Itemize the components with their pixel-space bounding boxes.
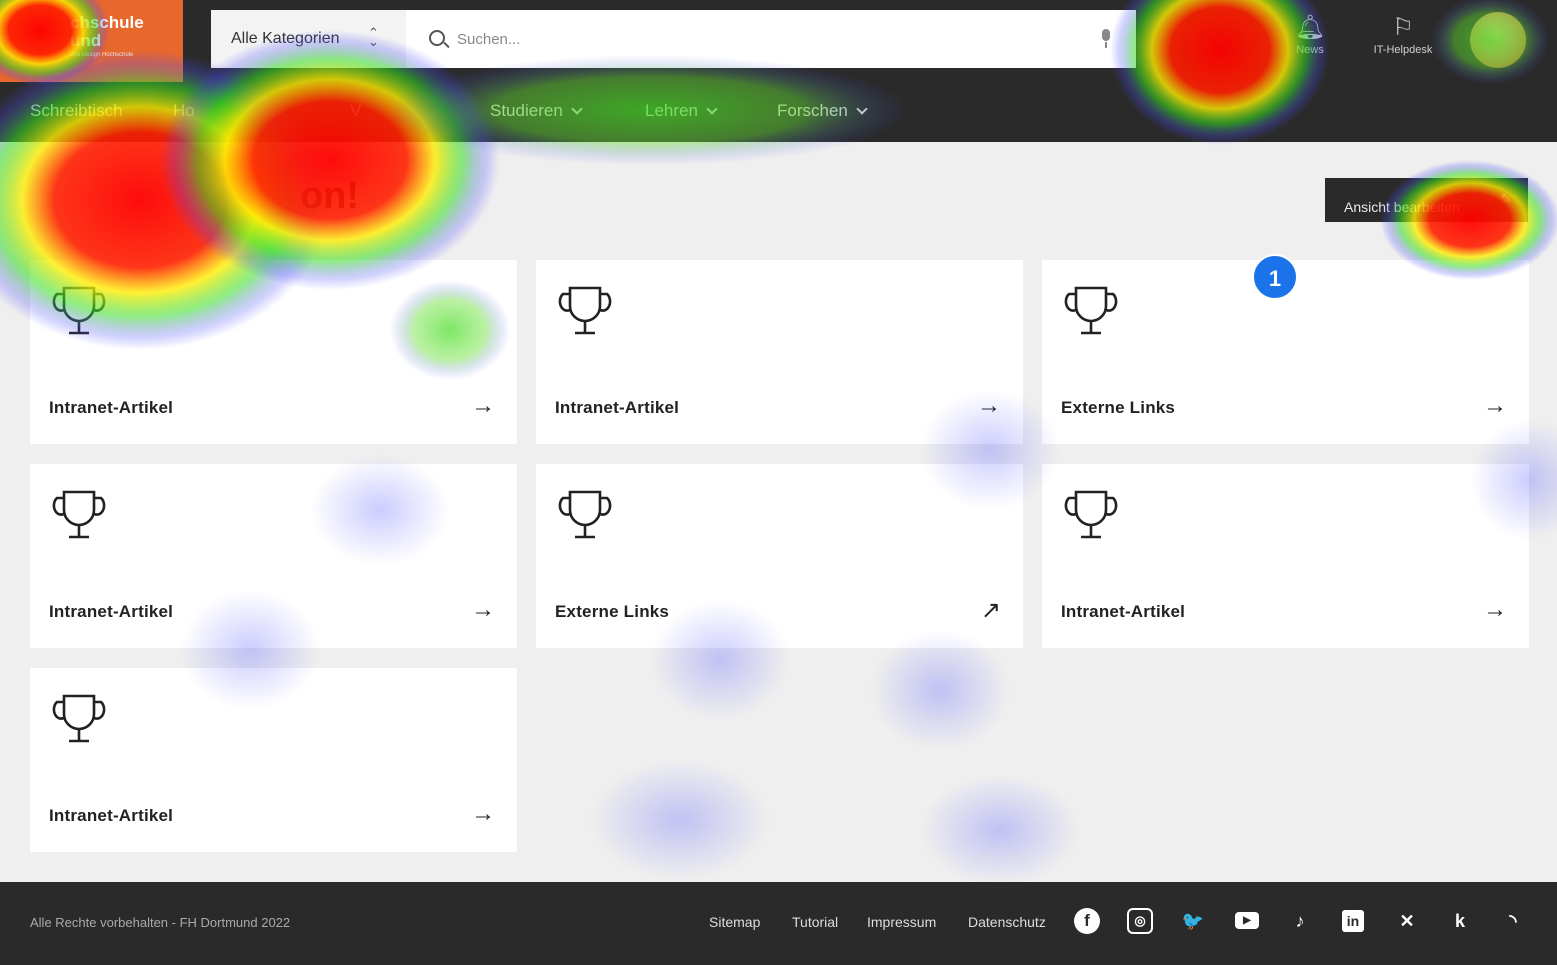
arrow-right-icon[interactable]: → (1483, 596, 1507, 624)
nav-item-forschen[interactable]: Forschen (777, 101, 868, 121)
updown-chevron-icon: ⌃ ⌄ (368, 25, 379, 49)
logo-line-1: chschule (70, 13, 144, 32)
trophy-icon (556, 486, 614, 544)
footer-link-impressum[interactable]: Impressum (867, 914, 936, 930)
tiktok-icon[interactable]: ♪ (1287, 908, 1313, 934)
trophy-icon (50, 282, 108, 340)
trophy-icon (50, 690, 108, 748)
avatar[interactable] (1470, 12, 1526, 68)
arrow-right-icon[interactable]: → (471, 596, 495, 624)
widget-card[interactable]: Externe Links ↗ (536, 464, 1023, 648)
search-input[interactable] (457, 24, 1077, 54)
facebook-icon[interactable]: f (1074, 908, 1100, 934)
page-title: on! (300, 175, 360, 217)
main-navigation: Schreibtisch Ho V Studieren Lehren Forsc… (0, 82, 1557, 142)
trophy-icon (556, 282, 614, 340)
external-link-arrow-icon[interactable]: ↗ (981, 596, 1001, 625)
arrow-right-icon[interactable]: → (977, 392, 1001, 420)
trophy-icon (50, 486, 108, 544)
edit-view-button[interactable]: Ansicht bearbeiten ✎ (1325, 178, 1528, 222)
widget-card-title: Intranet-Artikel (49, 602, 174, 621)
footer-link-datenschutz[interactable]: Datenschutz (968, 914, 1046, 930)
instagram-icon[interactable]: ◎ (1127, 908, 1153, 934)
linkedin-icon[interactable]: in (1342, 910, 1364, 932)
nav-item-schreibtisch[interactable]: Schreibtisch (30, 101, 123, 121)
search-icon (429, 30, 445, 46)
widget-card[interactable]: Intranet-Artikel → (30, 668, 517, 852)
widget-card-title: Intranet-Artikel (49, 806, 174, 825)
chevron-down-icon (571, 103, 583, 115)
chevron-down-icon (706, 103, 718, 115)
twitter-icon[interactable]: 🐦 (1180, 908, 1206, 934)
flag-icon: ⚐ (1392, 14, 1414, 41)
nav-item-verwaltung[interactable]: V (350, 101, 361, 121)
footer-link-sitemap[interactable]: Sitemap (709, 914, 760, 930)
widget-card-title: Externe Links (555, 602, 670, 621)
news-label: News (1296, 44, 1324, 56)
kununu-icon[interactable]: k (1447, 908, 1473, 934)
widget-card[interactable]: Intranet-Artikel → (30, 260, 517, 444)
it-helpdesk-label: IT-Helpdesk (1373, 44, 1433, 56)
arrow-right-icon[interactable]: → (471, 800, 495, 828)
widget-card[interactable]: Intranet-Artikel → (1042, 464, 1529, 648)
widget-card-title: Intranet-Artikel (49, 398, 174, 417)
footer-link-tutorial[interactable]: Tutorial (792, 914, 838, 930)
nav-item-studieren[interactable]: Studieren (490, 101, 583, 121)
news-button[interactable]: 🔔︎ News (1270, 12, 1350, 72)
pencil-icon: ✎ (1500, 191, 1512, 207)
xing-icon[interactable]: ✕ (1394, 908, 1420, 934)
logo-line-3: und Design Hochschule (70, 52, 134, 58)
chevron-down-icon (856, 103, 868, 115)
search-bar: Alle Kategorien ⌃ ⌄ (211, 10, 1136, 68)
trophy-icon (1062, 282, 1120, 340)
category-select[interactable]: Alle Kategorien ⌃ ⌄ (211, 10, 406, 68)
arrow-right-icon[interactable]: → (1483, 392, 1507, 420)
bell-icon: 🔔︎ (1294, 14, 1326, 41)
top-header: chschule und und Design Hochschule Alle … (0, 0, 1557, 82)
category-select-value: Alle Kategorien (231, 30, 340, 47)
trophy-icon (1062, 486, 1120, 544)
widget-card-title: Intranet-Artikel (555, 398, 680, 417)
logo-line-2: und (70, 31, 102, 50)
rss-icon[interactable]: ◝ (1500, 908, 1526, 934)
logo[interactable]: chschule und und Design Hochschule (0, 0, 183, 82)
microphone-icon[interactable] (1096, 27, 1116, 51)
widget-card[interactable]: Intranet-Artikel → (536, 260, 1023, 444)
nav-item-lehren[interactable]: Lehren (645, 101, 718, 121)
widget-card[interactable]: Intranet-Artikel → (30, 464, 517, 648)
youtube-icon[interactable]: ▶ (1235, 912, 1259, 929)
step-badge: 1 (1252, 254, 1298, 300)
widget-card-title: Intranet-Artikel (1061, 602, 1186, 621)
widget-card-title: Externe Links (1061, 398, 1176, 417)
copyright: Alle Rechte vorbehalten - FH Dortmund 20… (30, 915, 291, 930)
footer: Alle Rechte vorbehalten - FH Dortmund 20… (0, 882, 1557, 965)
edit-view-label: Ansicht bearbeiten (1344, 198, 1460, 215)
it-helpdesk-button[interactable]: ⚐ IT-Helpdesk (1363, 12, 1443, 72)
nav-item-hochschule[interactable]: Ho (173, 101, 195, 121)
arrow-right-icon[interactable]: → (471, 392, 495, 420)
